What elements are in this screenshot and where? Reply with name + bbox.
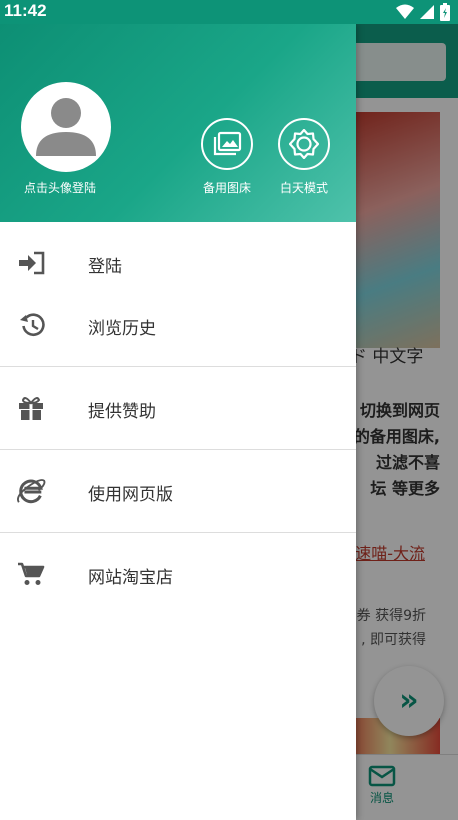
menu-item-history[interactable]: 浏览历史 <box>0 294 356 356</box>
menu-item-taobao-store[interactable]: 网站淘宝店 <box>0 543 356 605</box>
menu-item-label: 网站淘宝店 <box>88 568 173 588</box>
gift-icon <box>16 394 46 422</box>
brightness-icon <box>289 129 319 159</box>
wifi-icon <box>396 4 414 19</box>
history-icon <box>16 311 46 339</box>
avatar-login-label: 点击头像登陆 <box>23 181 96 195</box>
navigation-drawer: 点击头像登陆 备用图床 白天模式 登陆 浏览历史 提供赞助 使用网页版 网站淘宝… <box>0 24 356 820</box>
status-icons <box>396 3 450 21</box>
cart-icon <box>16 560 46 588</box>
menu-item-label: 提供赞助 <box>88 402 156 422</box>
day-mode-label: 白天模式 <box>279 181 328 195</box>
drawer-menu: 登陆 浏览历史 提供赞助 使用网页版 网站淘宝店 <box>0 222 356 605</box>
signal-icon <box>420 5 434 19</box>
drawer-header: 点击头像登陆 备用图床 白天模式 <box>0 24 356 222</box>
browser-icon <box>16 477 46 505</box>
battery-icon <box>440 3 450 21</box>
status-bar: 11:42 <box>0 0 458 24</box>
menu-item-sponsor[interactable]: 提供赞助 <box>0 377 356 439</box>
avatar-icon <box>36 98 96 156</box>
backup-image-label: 备用图床 <box>202 181 251 195</box>
login-icon <box>16 249 46 277</box>
menu-item-web-version[interactable]: 使用网页版 <box>0 460 356 522</box>
photo-library-icon <box>213 131 242 156</box>
backup-image-button[interactable] <box>201 118 253 170</box>
status-time: 11:42 <box>4 1 47 20</box>
menu-item-label: 使用网页版 <box>88 485 173 505</box>
menu-item-label: 浏览历史 <box>88 319 156 339</box>
menu-item-login[interactable]: 登陆 <box>0 232 356 294</box>
avatar-login-button[interactable] <box>21 82 111 172</box>
day-mode-button[interactable] <box>278 118 330 170</box>
menu-item-label: 登陆 <box>88 257 122 277</box>
